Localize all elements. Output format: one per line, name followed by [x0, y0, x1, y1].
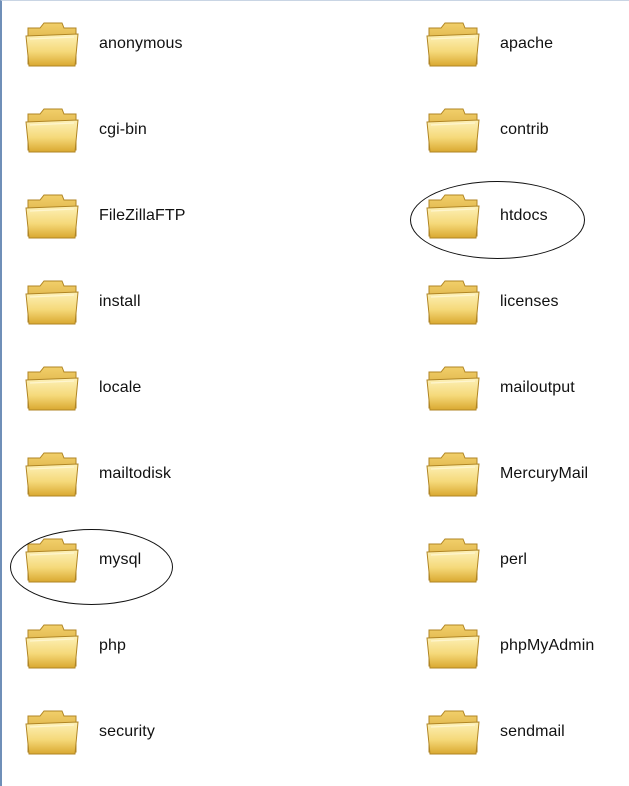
folder-icon [426, 280, 480, 325]
folder-icon [426, 452, 480, 497]
folder-anonymous[interactable]: anonymous [24, 18, 224, 78]
folder-label: FileZillaFTP [99, 207, 186, 224]
folder-mercurymail[interactable]: MercuryMail [425, 448, 625, 508]
folder-label: MercuryMail [500, 465, 589, 482]
folder-label: htdocs [500, 207, 548, 224]
folder-apache[interactable]: apache [425, 18, 625, 78]
folder-label: sendmail [500, 723, 565, 740]
folder-mailoutput[interactable]: mailoutput [425, 362, 625, 422]
folder-filezillaftp[interactable]: FileZillaFTP [24, 190, 224, 250]
folder-label: perl [500, 551, 528, 568]
folder-icon [426, 108, 480, 153]
folder-icon [426, 710, 480, 755]
folder-icon [25, 108, 79, 153]
folder-icon [25, 194, 79, 239]
folder-icon [25, 22, 79, 67]
folder-licenses[interactable]: licenses [425, 276, 625, 336]
folder-label: cgi-bin [99, 121, 147, 138]
folder-cgi-bin[interactable]: cgi-bin [24, 104, 224, 164]
folder-grid: anonymous apache cgi-bin contrib FileZil… [0, 0, 629, 786]
folder-label: mysql [99, 551, 142, 568]
folder-icon [426, 538, 480, 583]
folder-label: security [99, 723, 155, 740]
folder-icon [25, 538, 79, 583]
folder-label: anonymous [99, 35, 183, 52]
folder-label: php [99, 637, 126, 654]
folder-icon [25, 366, 79, 411]
folder-icon [426, 194, 480, 239]
folder-label: contrib [500, 121, 549, 138]
folder-label: install [99, 293, 141, 310]
folder-htdocs[interactable]: htdocs [425, 190, 625, 250]
folder-sendmail[interactable]: sendmail [425, 706, 625, 766]
folder-label: licenses [500, 293, 559, 310]
folder-icon [426, 624, 480, 669]
folder-label: mailoutput [500, 379, 575, 396]
folder-icon [426, 22, 480, 67]
folder-icon [25, 710, 79, 755]
folder-icon [25, 624, 79, 669]
folder-label: apache [500, 35, 554, 52]
folder-icon [25, 452, 79, 497]
folder-icon [426, 366, 480, 411]
folder-label: locale [99, 379, 142, 396]
folder-label: mailtodisk [99, 465, 172, 482]
folder-perl[interactable]: perl [425, 534, 625, 594]
folder-security[interactable]: security [24, 706, 224, 766]
folder-label: phpMyAdmin [500, 637, 595, 654]
folder-mailtodisk[interactable]: mailtodisk [24, 448, 224, 508]
folder-contrib[interactable]: contrib [425, 104, 625, 164]
folder-phpmyadmin[interactable]: phpMyAdmin [425, 620, 625, 680]
folder-php[interactable]: php [24, 620, 224, 680]
folder-mysql[interactable]: mysql [24, 534, 224, 594]
folder-locale[interactable]: locale [24, 362, 224, 422]
folder-icon [25, 280, 79, 325]
folder-install[interactable]: install [24, 276, 224, 336]
